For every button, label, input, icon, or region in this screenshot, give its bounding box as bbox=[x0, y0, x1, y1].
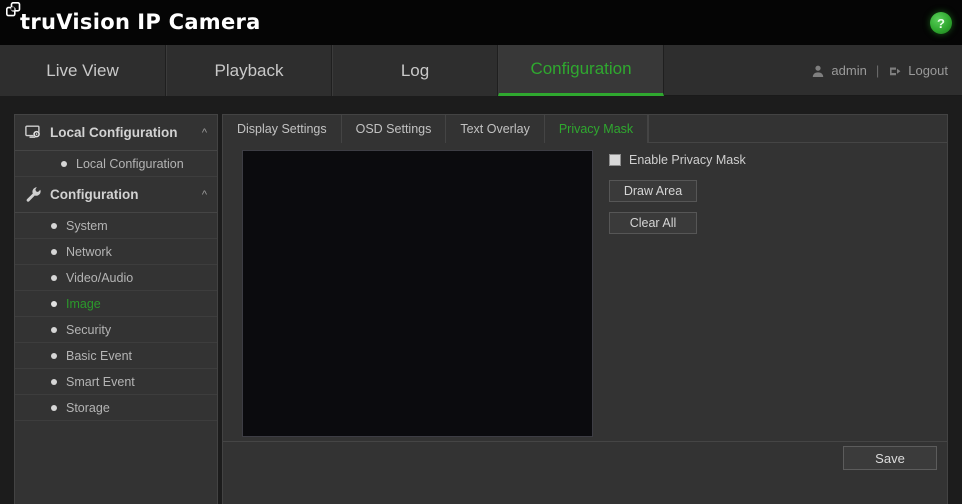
bullet-icon bbox=[51, 378, 57, 385]
tab-privacy-mask[interactable]: Privacy Mask bbox=[544, 115, 649, 143]
page-body: Local Configuration ^ Local Configuratio… bbox=[0, 96, 962, 504]
sidebar-item-label: System bbox=[66, 218, 108, 233]
logout-button[interactable]: Logout bbox=[908, 63, 948, 78]
tab-osd-settings[interactable]: OSD Settings bbox=[341, 115, 447, 143]
brand-product: IP Camera bbox=[137, 10, 261, 34]
username-label: admin bbox=[831, 63, 867, 78]
bullet-icon bbox=[51, 222, 57, 229]
sidebar-group-configuration[interactable]: Configuration ^ bbox=[15, 177, 217, 213]
draw-area-button[interactable]: Draw Area bbox=[609, 180, 697, 202]
sidebar-item-label: Smart Event bbox=[66, 374, 135, 389]
sidebar-item-label: Video/Audio bbox=[66, 270, 134, 285]
enable-privacy-mask-label: Enable Privacy Mask bbox=[629, 153, 746, 167]
panel-footer: Save bbox=[223, 441, 947, 473]
nav-tab-log[interactable]: Log bbox=[332, 45, 498, 96]
clear-all-button[interactable]: Clear All bbox=[609, 212, 697, 234]
tab-display-settings[interactable]: Display Settings bbox=[223, 115, 342, 143]
bullet-icon bbox=[51, 404, 57, 411]
tab-text-overlay[interactable]: Text Overlay bbox=[446, 115, 545, 143]
save-button[interactable]: Save bbox=[843, 446, 937, 470]
content-panel: Display Settings OSD Settings Text Overl… bbox=[222, 114, 948, 504]
app-header: truVision IP Camera ? bbox=[0, 0, 962, 45]
monitor-gear-icon bbox=[25, 125, 40, 138]
user-divider: | bbox=[875, 63, 880, 78]
bullet-icon bbox=[51, 326, 57, 333]
sidebar-group-label: Local Configuration bbox=[50, 125, 178, 140]
sidebar-item-local-configuration[interactable]: Local Configuration bbox=[15, 151, 217, 177]
nav-tab-playback[interactable]: Playback bbox=[166, 45, 332, 96]
main-navigation: Live View Playback Log Configuration adm… bbox=[0, 45, 962, 96]
help-icon[interactable]: ? bbox=[930, 12, 952, 34]
content-tab-bar: Display Settings OSD Settings Text Overl… bbox=[223, 115, 947, 143]
sidebar-item-image[interactable]: Image bbox=[15, 291, 217, 317]
page-title: truVision IP Camera bbox=[20, 10, 261, 34]
sidebar-item-label: Basic Event bbox=[66, 348, 133, 363]
enable-privacy-mask-checkbox[interactable] bbox=[609, 154, 621, 166]
sidebar-group-label: Configuration bbox=[50, 187, 139, 202]
tab-bar-filler bbox=[648, 115, 947, 142]
chevron-up-icon[interactable]: ^ bbox=[202, 189, 207, 201]
chevron-up-icon[interactable]: ^ bbox=[202, 127, 207, 139]
privacy-mask-controls: Enable Privacy Mask Draw Area Clear All bbox=[609, 150, 909, 234]
brand-name: truVision bbox=[20, 10, 131, 34]
sidebar-item-system[interactable]: System bbox=[15, 213, 217, 239]
live-video-preview[interactable] bbox=[242, 150, 593, 437]
bullet-icon bbox=[51, 352, 57, 359]
sidebar-item-label: Storage bbox=[66, 400, 110, 415]
person-icon bbox=[813, 65, 824, 77]
sidebar-item-storage[interactable]: Storage bbox=[15, 395, 217, 421]
sidebar-group-local-configuration[interactable]: Local Configuration ^ bbox=[15, 115, 217, 151]
sidebar-item-network[interactable]: Network bbox=[15, 239, 217, 265]
bullet-icon bbox=[51, 274, 57, 281]
bullet-icon bbox=[51, 300, 57, 307]
enable-privacy-mask-row[interactable]: Enable Privacy Mask bbox=[609, 150, 909, 170]
nav-tab-configuration[interactable]: Configuration bbox=[498, 45, 664, 96]
nav-tab-live-view[interactable]: Live View bbox=[0, 45, 166, 96]
sidebar-item-label: Network bbox=[66, 244, 112, 259]
sidebar-item-basic-event[interactable]: Basic Event bbox=[15, 343, 217, 369]
bullet-icon bbox=[61, 160, 67, 167]
bullet-icon bbox=[51, 248, 57, 255]
sidebar: Local Configuration ^ Local Configuratio… bbox=[14, 114, 218, 504]
sidebar-item-security[interactable]: Security bbox=[15, 317, 217, 343]
privacy-mask-panel: Enable Privacy Mask Draw Area Clear All … bbox=[223, 143, 947, 473]
user-session-area: admin | Logout bbox=[811, 45, 948, 96]
nav-tab-list: Live View Playback Log Configuration bbox=[0, 45, 664, 96]
sidebar-item-label: Image bbox=[66, 296, 101, 311]
logout-arrow-icon[interactable] bbox=[888, 64, 902, 78]
sidebar-item-smart-event[interactable]: Smart Event bbox=[15, 369, 217, 395]
sidebar-item-label: Security bbox=[66, 322, 112, 337]
sidebar-item-video-audio[interactable]: Video/Audio bbox=[15, 265, 217, 291]
sidebar-item-label: Local Configuration bbox=[76, 156, 184, 171]
wrench-icon bbox=[26, 187, 41, 202]
